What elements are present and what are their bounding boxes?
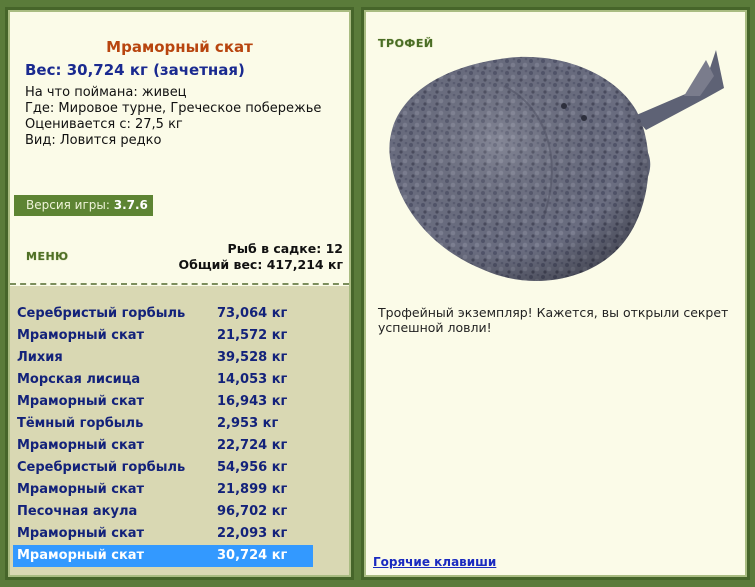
menu-button[interactable]: МЕНЮ bbox=[26, 250, 69, 263]
fish-list-item-weight: 21,572 кг bbox=[217, 328, 288, 343]
fish-list-item[interactable]: Лихия 39,528 кг bbox=[13, 347, 313, 369]
fish-list-item[interactable]: Серебристый горбыль 73,064 кг bbox=[13, 303, 313, 325]
version-label: Версия игры: bbox=[26, 198, 110, 212]
fish-list-item[interactable]: Мраморный скат 22,093 кг bbox=[13, 523, 313, 545]
fish-list-item-name: Мраморный скат bbox=[17, 482, 145, 497]
bait-info: На что поймана: живец bbox=[25, 85, 187, 100]
hotkeys-link[interactable]: Горячие клавиши bbox=[373, 555, 496, 569]
fish-list-item[interactable]: Тёмный горбыль 2,953 кг bbox=[13, 413, 313, 435]
fish-list-item[interactable]: Мраморный скат 21,572 кг bbox=[13, 325, 313, 347]
rarity-info: Вид: Ловится редко bbox=[25, 133, 162, 148]
fish-list-item[interactable]: Мраморный скат 30,724 кг bbox=[13, 545, 313, 567]
fish-list-item-name: Мраморный скат bbox=[17, 548, 145, 563]
fish-list-item[interactable]: Песочная акула 96,702 кг bbox=[13, 501, 313, 523]
trophy-description: Трофейный экземпляр! Кажется, вы открыли… bbox=[378, 305, 729, 335]
fish-list-item-weight: 14,053 кг bbox=[217, 372, 288, 387]
fish-list-item-weight: 21,899 кг bbox=[217, 482, 288, 497]
total-weight: Общий вес: 417,214 кг bbox=[178, 257, 344, 272]
fish-count: Рыб в садке: 12 bbox=[227, 241, 343, 256]
fish-list-item[interactable]: Морская лисица 14,053 кг bbox=[13, 369, 313, 391]
fish-list-item-weight: 39,528 кг bbox=[217, 350, 288, 365]
fish-list-item-name: Мраморный скат bbox=[17, 438, 145, 453]
fish-list-item-weight: 54,956 кг bbox=[217, 460, 288, 475]
fish-list-item[interactable]: Серебристый горбыль 54,956 кг bbox=[13, 457, 313, 479]
divider bbox=[10, 283, 349, 285]
fish-list-item-name: Мраморный скат bbox=[17, 328, 145, 343]
keepnet-stats: Рыб в садке: 12 Общий вес: 417,214 кг bbox=[179, 241, 344, 273]
marbled-ray-fish-image bbox=[389, 50, 724, 281]
fish-list-item-name: Серебристый горбыль bbox=[17, 460, 186, 475]
fish-list-item-weight: 30,724 кг bbox=[217, 548, 288, 563]
version-value: 3.7.6 bbox=[113, 198, 148, 212]
fish-list-item[interactable]: Мраморный скат 22,724 кг bbox=[13, 435, 313, 457]
fish-list-item-weight: 2,953 кг bbox=[217, 416, 279, 431]
fish-list-item-name: Серебристый горбыль bbox=[17, 306, 186, 321]
fish-list-item-name: Лихия bbox=[17, 350, 63, 365]
fish-list-item-weight: 22,724 кг bbox=[217, 438, 288, 453]
fish-list-item-name: Мраморный скат bbox=[17, 526, 145, 541]
location-info: Где: Мировое турне, Греческое побережье bbox=[25, 101, 322, 116]
fish-list-item-weight: 96,702 кг bbox=[217, 504, 288, 519]
game-version-badge: Версия игры: 3.7.6 bbox=[14, 195, 153, 216]
fish-title: Мраморный скат bbox=[106, 38, 253, 56]
fish-list-item-name: Морская лисица bbox=[17, 372, 141, 387]
catch-info-panel: Мраморный скат Вес: 30,724 кг (зачетная)… bbox=[5, 7, 354, 580]
fish-list-item-weight: 73,064 кг bbox=[217, 306, 288, 321]
fish-list-item-weight: 22,093 кг bbox=[217, 526, 288, 541]
fish-list: Серебристый горбыль 73,064 кг Мраморный ск… bbox=[10, 286, 349, 575]
fish-list-item-name: Песочная акула bbox=[17, 504, 138, 519]
fish-list-item-name: Тёмный горбыль bbox=[17, 416, 144, 431]
fish-list-item-name: Мраморный скат bbox=[17, 394, 145, 409]
trophy-panel: ТРОФЕЙ Трофейный экземпляр! Кажется, вы … bbox=[361, 7, 750, 580]
fish-list-item[interactable]: Мраморный скат 21,899 кг bbox=[13, 479, 313, 501]
fish-list-item[interactable]: Мраморный скат 16,943 кг bbox=[13, 391, 313, 413]
fish-weight: Вес: 30,724 кг (зачетная) bbox=[25, 61, 245, 79]
valued-info: Оценивается с: 27,5 кг bbox=[25, 117, 183, 132]
fish-list-item-weight: 16,943 кг bbox=[217, 394, 288, 409]
